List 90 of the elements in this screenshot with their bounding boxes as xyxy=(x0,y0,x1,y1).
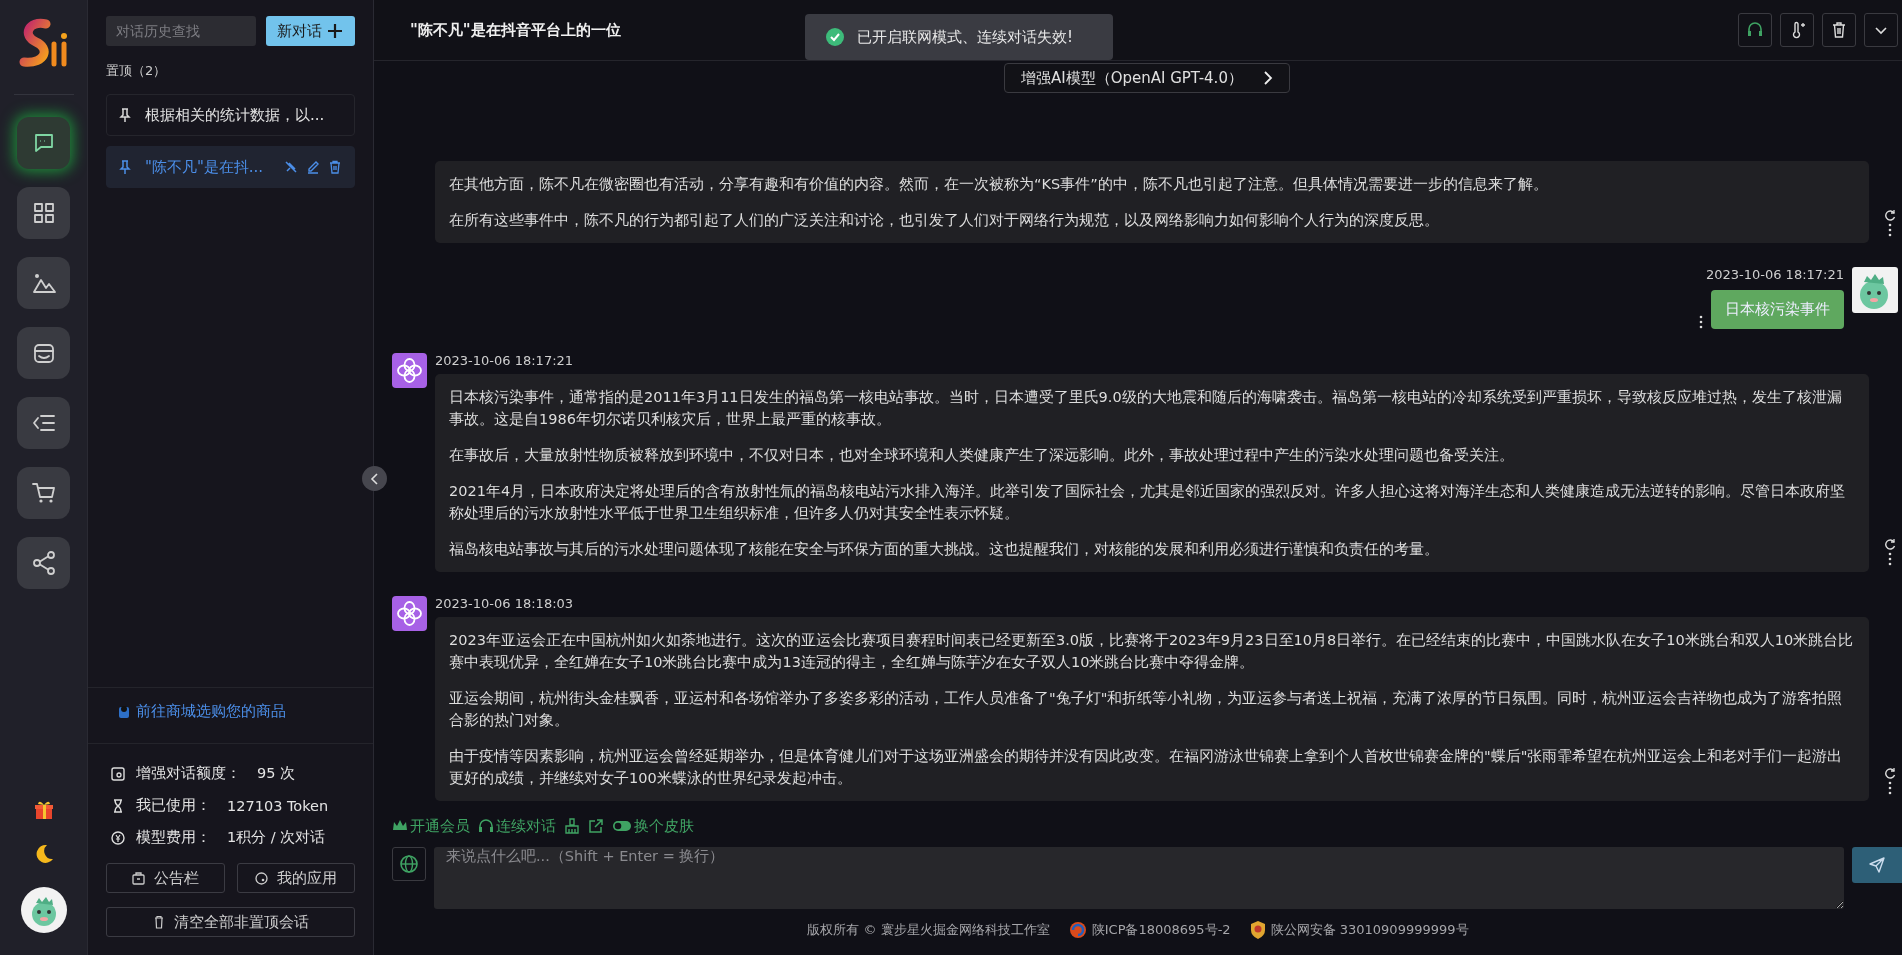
nav-button[interactable] xyxy=(17,467,70,519)
ai-avatar-icon xyxy=(392,596,427,631)
conversation-title: 根据相关的统计数据，以... xyxy=(145,105,326,125)
nav-button[interactable] xyxy=(17,397,70,449)
stat-label: 模型费用： xyxy=(136,828,211,847)
message-paragraph: 日本核污染事件，通常指的是2011年3月11日发生的福岛第一核电站事故。当时，日本遭受了里氏9.0级的大地震和随后的海啸袭击。福岛第一核电站的冷却系统受到严重损坏，导致核反应堆过热，发生了核泄漏事故。这是自1986年切尔诺贝利核灾后，世界上最严重的核事故。 xyxy=(449,388,1843,429)
pin-icon xyxy=(119,107,131,123)
chevron-left-icon xyxy=(369,472,380,485)
swirl-icon xyxy=(1067,920,1088,940)
refresh-icon[interactable] xyxy=(1883,538,1896,550)
check-circle-icon xyxy=(825,27,845,47)
header-button[interactable] xyxy=(1864,13,1898,47)
section-label: 置顶（2） xyxy=(105,62,168,80)
message-paragraph: 亚运会期间，杭州街头金桂飘香，亚运村和各场馆举办了多姿多彩的活动，工作人员准备了"兔子灯"和折纸等小礼物，为亚运参与者送上祝福，充满了浓厚的节日氛围。同时，杭州亚运会吉祥物也成为了游客拍照合影的热门对象。 xyxy=(449,689,1844,730)
conversation-item[interactable]: 根据相关的统计数据，以... xyxy=(106,94,355,136)
conversation-item[interactable]: "陈不凡"是在抖... xyxy=(106,146,355,188)
toolbar-button[interactable]: 连续对话 xyxy=(478,816,556,836)
police-record-link[interactable]: 陕公网安备 33010909999999号 xyxy=(1270,921,1469,939)
stat-value: 95 次 xyxy=(257,764,296,783)
message-time: 2023-10-06 18:17:21 xyxy=(1705,267,1844,282)
message-paragraph: 在所有这些事件中，陈不凡的行为都引起了人们的广泛关注和讨论，也引发了人们对于网络行为规范，以及网络影响力如何影响个人行为的深度反思。 xyxy=(449,211,1440,230)
clear-conversations-button[interactable]: 清空全部非置顶会话 xyxy=(106,907,355,937)
message-paragraph: 2023年亚运会正在中国杭州如火如荼地进行。这次的亚运会比赛项目赛程时间表已经更新至3.0版，比赛将于2023年9月23日至10月8日举行。在已经结束的比赛中，中国跳水队在女子10米跳台和双人10米跳台比赛中表现优异，全红婵在女子10米跳台比赛中成为13连冠的得主，全红婵与陈芋汐在女子双人10米跳台比赛中夺得金牌。 xyxy=(449,631,1855,672)
refresh-icon[interactable] xyxy=(1883,767,1896,779)
icp-link[interactable]: 陕ICP备18008695号-2 xyxy=(1091,921,1231,939)
nav-button[interactable] xyxy=(17,537,70,589)
toolbar-button[interactable]: 开通会员 xyxy=(392,816,470,836)
message-paragraph: 在事故后，大量放射性物质被释放到环境中，不仅对日本，也对全球环境和人类健康产生了深远影响。此外，事故处理过程中产生的污染水处理问题也备受关注。 xyxy=(449,446,1515,465)
wallet-icon xyxy=(110,765,126,782)
header-button[interactable] xyxy=(1738,13,1772,47)
copyright-text: 版权所有 © 寰步星火掘金网络科技工作室 xyxy=(807,921,1050,939)
message-paragraph: 2021年4月，日本政府决定将处理后的含有放射性氚的福岛核电站污水排入海洋。此举引发了国际社会，尤其是邻近国家的强烈反对。许多人担心这将对海洋生态和人类健康造成无法逆转的影响。尽管日本政府坚称处理后的污水放射性水平低于世界卫生组织标准，但许多人仍对其安全性表示怀疑。 xyxy=(449,482,1847,523)
header-button[interactable] xyxy=(1822,13,1856,47)
avatar-icon xyxy=(1852,267,1898,313)
message-input[interactable]: 来说点什么吧...（Shift + Enter = 换行） xyxy=(434,847,1844,909)
avatar-icon[interactable] xyxy=(20,887,67,933)
more-icon[interactable] xyxy=(1887,781,1892,795)
toolbar-button[interactable]: 换个皮肤 xyxy=(612,816,694,836)
collapse-button[interactable] xyxy=(362,466,387,491)
basket-icon xyxy=(118,704,130,719)
pin-icon xyxy=(119,159,131,175)
edit-icon[interactable] xyxy=(306,160,320,174)
message-paragraph: 由于疫情等因素影响，杭州亚运会曾经延期举办，但是体育健儿们对于这场亚洲盛会的期待并没有因此改变。在福冈游泳世锦赛上拿到个人首枚世锦赛金牌的"蝶后"张雨霏希望在杭州亚运会上和老对手们一起游出更好的成绩，并继续对女子100米蝶泳的世界纪录发起冲击。 xyxy=(449,747,1844,788)
stat-label: 我已使用： xyxy=(136,796,211,815)
sidebar-button[interactable]: 公告栏 xyxy=(106,863,225,893)
plus-icon xyxy=(326,22,344,40)
delete-icon[interactable] xyxy=(328,160,342,174)
trash-icon xyxy=(152,915,166,929)
nav-button[interactable] xyxy=(17,187,70,239)
message-time: 2023-10-06 18:17:21 xyxy=(435,353,575,368)
search-field[interactable]: 对话历史查找 xyxy=(106,16,256,46)
more-icon[interactable] xyxy=(1699,315,1703,329)
model-tooltip[interactable]: 增强AI模型（OpenAI GPT-4.0） xyxy=(1004,63,1290,93)
badge-icon xyxy=(1248,920,1267,940)
trash-icon xyxy=(1830,21,1848,39)
ai-avatar-icon xyxy=(392,353,427,388)
toast-message: 已开启联网模式、连续对话失效! xyxy=(857,27,1073,47)
nav-button[interactable] xyxy=(17,257,70,309)
shop-link[interactable]: 前往商城选购您的商品 xyxy=(136,702,286,721)
notice-icon xyxy=(131,870,147,886)
toggle-icon xyxy=(612,818,632,834)
chevron-right-icon xyxy=(1262,71,1273,85)
conversation-title: "陈不凡"是在抖... xyxy=(145,157,265,177)
send-button[interactable] xyxy=(1852,847,1902,883)
headset-icon xyxy=(478,818,494,834)
message-time: 2023-10-06 18:18:03 xyxy=(435,596,575,611)
nav-button[interactable] xyxy=(17,327,70,379)
globe-icon xyxy=(399,854,419,874)
header-button[interactable] xyxy=(1780,13,1814,47)
share-icon xyxy=(30,550,57,576)
stat-label: 增强对话额度： xyxy=(136,764,241,783)
message-paragraph: 在其他方面，陈不凡在微密圈也有活动，分享有趣和有价值的内容。然而，在一次被称为“KS事件”的中，陈不凡也引起了注意。但具体情况需要进一步的信息来了解。 xyxy=(449,175,1549,194)
unpin-icon[interactable] xyxy=(284,160,298,174)
model-name: 增强AI模型（OpenAI GPT-4.0） xyxy=(1021,68,1243,88)
web-search-button[interactable] xyxy=(392,847,426,881)
refresh-icon[interactable] xyxy=(1883,209,1896,221)
headset-icon xyxy=(1746,21,1764,39)
send-icon xyxy=(1868,856,1886,874)
message-paragraph: 福岛核电站事故与其后的污水处理问题体现了核能在安全与环保方面的重大挑战。这也提醒我们，对核能的发展和利用必须进行谨慎和负责任的考量。 xyxy=(449,540,1440,559)
user-message: 日本核污染事件 xyxy=(1711,290,1844,329)
coin-icon xyxy=(110,829,126,846)
stat-value: 1积分 / 次对话 xyxy=(227,828,326,847)
more-icon[interactable] xyxy=(1887,552,1892,566)
new-chat-button[interactable]: 新对话 xyxy=(266,16,355,46)
more-icon[interactable] xyxy=(1887,223,1892,237)
stat-value: 127103 Token xyxy=(227,797,329,814)
sidebar-button[interactable]: 我的应用 xyxy=(236,863,355,893)
conversation-title: "陈不凡"是在抖音平台上的一位 xyxy=(410,20,621,40)
gift-icon[interactable] xyxy=(32,799,55,821)
nav-button[interactable] xyxy=(17,117,70,169)
